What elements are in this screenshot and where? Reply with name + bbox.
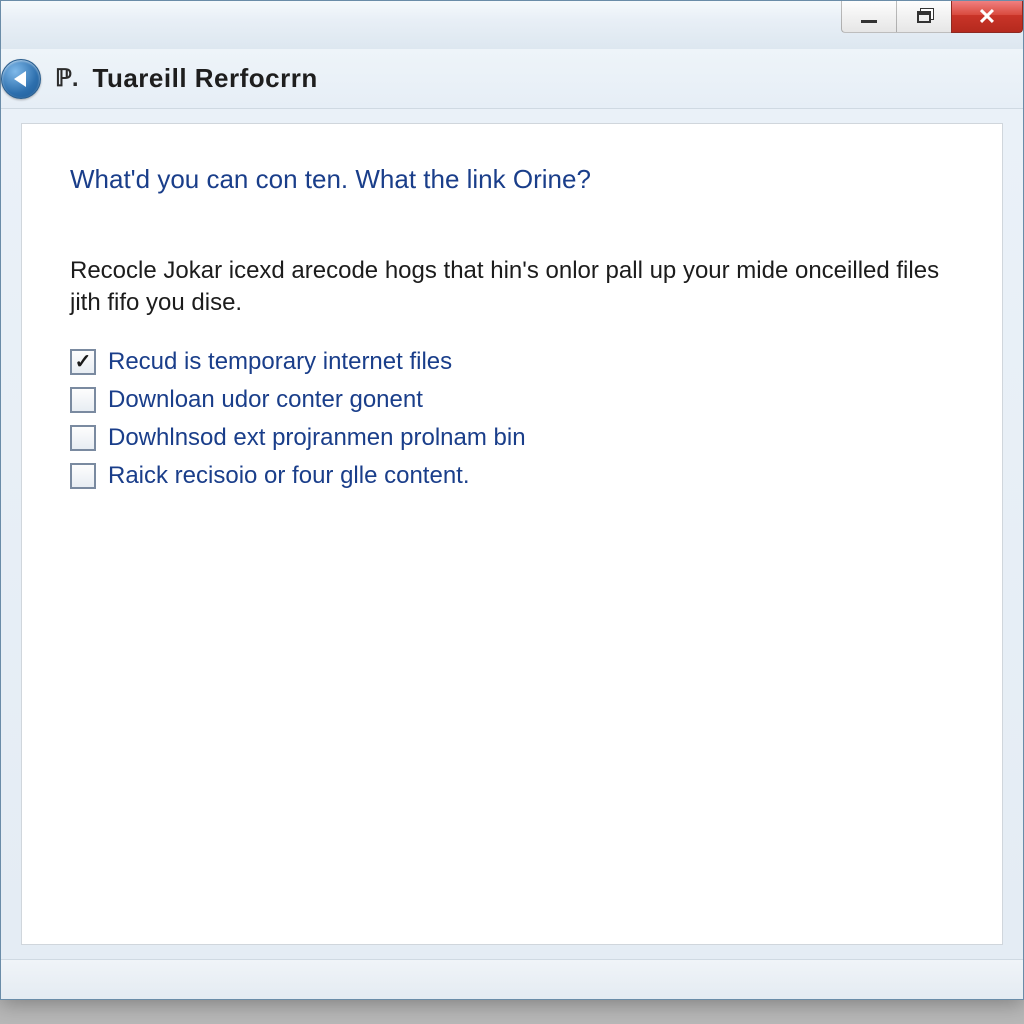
minimize-icon [861, 20, 877, 23]
options-list: Recud is temporary internet files Downlo… [70, 348, 954, 490]
wizard-window: ✕ ℙ. Tuareill Rerfocrrn What'd you can c… [0, 0, 1024, 1000]
checkbox[interactable] [70, 463, 96, 489]
footer [1, 959, 1023, 999]
checkbox[interactable] [70, 349, 96, 375]
titlebar: ✕ [1, 1, 1023, 49]
close-button[interactable]: ✕ [951, 1, 1023, 33]
option-label[interactable]: Recud is temporary internet files [108, 348, 452, 376]
option-label[interactable]: Raick recisoio or four glle content. [108, 462, 470, 490]
option-label[interactable]: Dowhlnsod ext projranmen prolnam bin [108, 424, 526, 452]
option-item: Recud is temporary internet files [70, 348, 954, 376]
wizard-icon: ℙ. [55, 64, 79, 93]
page-description: Recocle Jokar icexd arecode hogs that hi… [70, 255, 950, 320]
back-arrow-icon [14, 71, 26, 87]
maximize-icon [917, 11, 931, 23]
content-panel: What'd you can con ten. What the link Or… [21, 123, 1003, 945]
option-item: Downloan udor conter gonent [70, 386, 954, 414]
option-label[interactable]: Downloan udor conter gonent [108, 386, 423, 414]
option-item: Dowhlnsod ext projranmen prolnam bin [70, 424, 954, 452]
option-item: Raick recisoio or four glle content. [70, 462, 954, 490]
wizard-header: ℙ. Tuareill Rerfocrrn [1, 49, 1023, 109]
back-button[interactable] [1, 59, 41, 99]
minimize-button[interactable] [841, 1, 897, 33]
page-heading: What'd you can con ten. What the link Or… [70, 164, 954, 195]
content-outer: What'd you can con ten. What the link Or… [1, 109, 1023, 959]
window-title: Tuareill Rerfocrrn [93, 63, 318, 94]
checkbox[interactable] [70, 387, 96, 413]
maximize-button[interactable] [896, 1, 952, 33]
window-controls: ✕ [842, 1, 1023, 37]
checkbox[interactable] [70, 425, 96, 451]
close-icon: ✕ [978, 4, 996, 30]
